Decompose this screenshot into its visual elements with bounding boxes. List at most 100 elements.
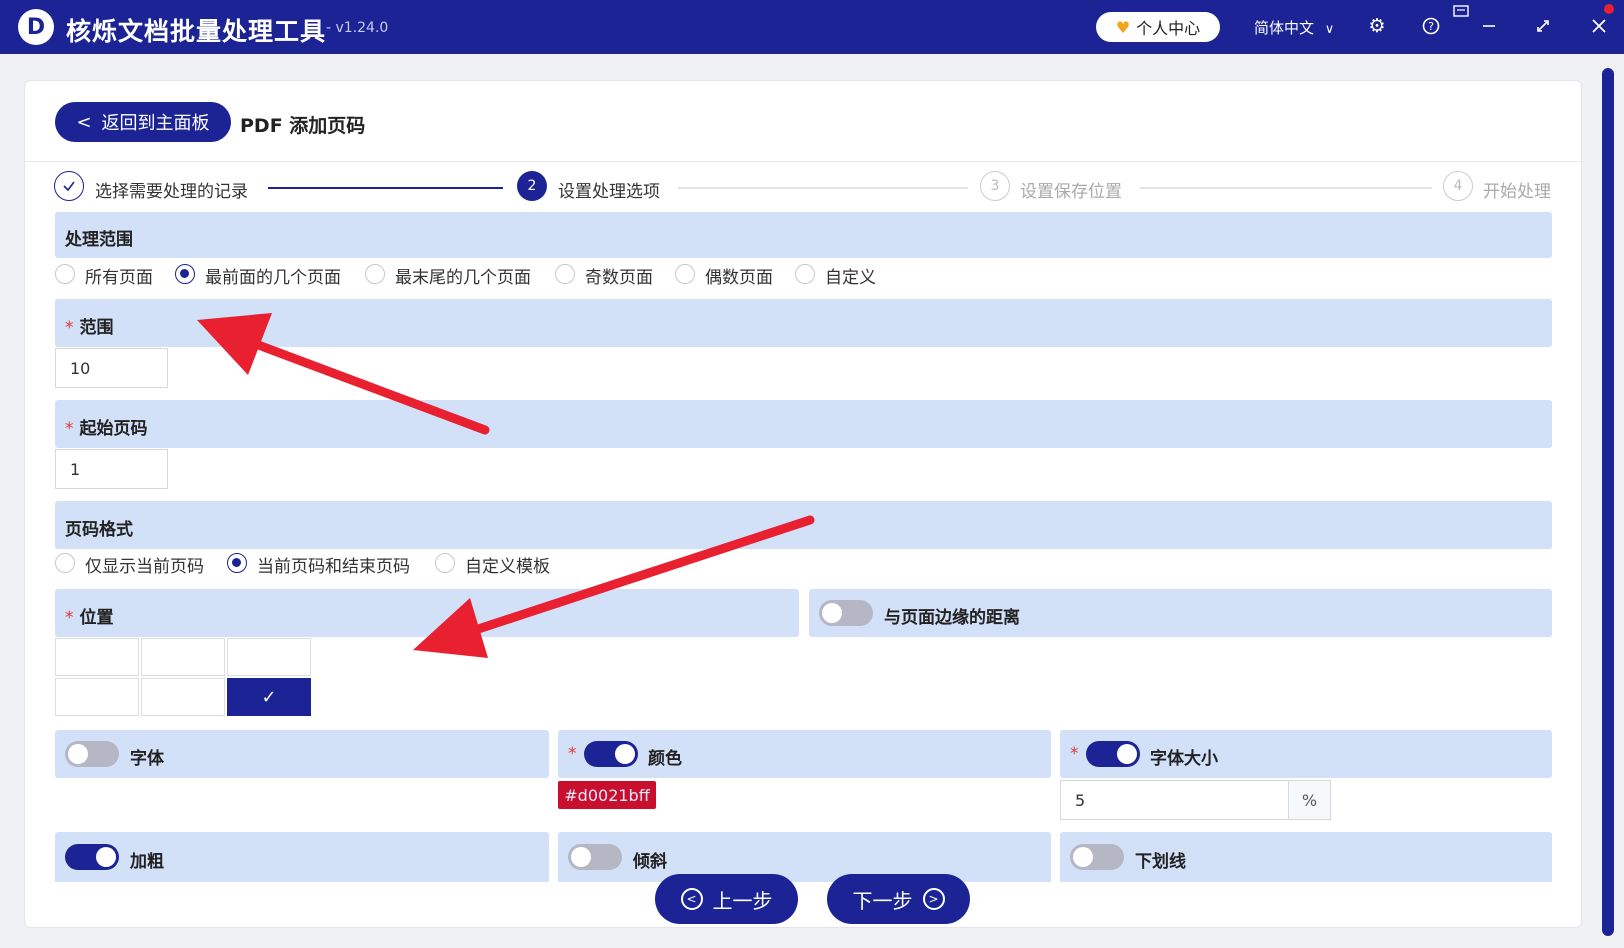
font-header: 字体 bbox=[55, 730, 549, 778]
notification-dot bbox=[1604, 4, 1614, 14]
radio-even-pages-label: 偶数页面 bbox=[705, 268, 773, 288]
radio-custom-template-label: 自定义模板 bbox=[465, 557, 550, 577]
radio-current-page-only[interactable] bbox=[55, 553, 75, 573]
step-2-label: 设置处理选项 bbox=[558, 182, 660, 202]
range-input[interactable]: 10 bbox=[55, 348, 168, 388]
range-label: 范围 bbox=[79, 318, 114, 338]
app-logo: D bbox=[18, 9, 54, 45]
start-page-input[interactable]: 1 bbox=[55, 449, 168, 489]
close-icon[interactable] bbox=[1586, 13, 1612, 39]
diamond-icon: ♥ bbox=[1115, 17, 1131, 37]
font-size-toggle[interactable] bbox=[1086, 741, 1140, 767]
scope-header: 处理范围 bbox=[55, 212, 1552, 258]
position-header: * 位置 bbox=[55, 589, 799, 637]
font-size-input[interactable]: 5 bbox=[1060, 780, 1289, 820]
maximize-icon[interactable] bbox=[1530, 13, 1556, 39]
required-marker: * bbox=[65, 419, 74, 439]
divider bbox=[25, 161, 1581, 162]
required-marker: * bbox=[65, 608, 74, 628]
radio-last-pages[interactable] bbox=[365, 264, 385, 284]
feedback-icon[interactable] bbox=[1452, 2, 1470, 20]
step-connector bbox=[1140, 187, 1432, 189]
underline-header: 下划线 bbox=[1060, 832, 1552, 882]
position-cell-top-left[interactable] bbox=[55, 638, 139, 676]
radio-all-pages[interactable] bbox=[55, 264, 75, 284]
user-center-label: 个人中心 bbox=[1136, 19, 1201, 38]
chevron-left-circle-icon: < bbox=[680, 888, 703, 910]
underline-label: 下划线 bbox=[1135, 852, 1186, 872]
app-version: - v1.24.0 bbox=[326, 20, 389, 36]
radio-custom[interactable] bbox=[795, 264, 815, 284]
font-size-unit: % bbox=[1288, 780, 1331, 820]
color-label: 颜色 bbox=[648, 749, 682, 769]
font-size-label: 字体大小 bbox=[1150, 749, 1218, 769]
help-icon[interactable]: ? bbox=[1418, 13, 1444, 39]
color-toggle[interactable] bbox=[584, 741, 638, 767]
font-toggle[interactable] bbox=[65, 741, 119, 767]
position-cell-bottom-center[interactable] bbox=[141, 678, 225, 716]
position-cell-bottom-left[interactable] bbox=[55, 678, 139, 716]
chevron-right-circle-icon: > bbox=[922, 888, 945, 910]
language-label: 简体中文 bbox=[1254, 19, 1315, 37]
color-picker[interactable]: #d0021bff bbox=[558, 781, 656, 809]
svg-text:?: ? bbox=[1428, 20, 1434, 33]
gear-icon[interactable]: ⚙ bbox=[1364, 13, 1390, 39]
radio-custom-label: 自定义 bbox=[825, 268, 876, 288]
range-header: * 范围 bbox=[55, 299, 1552, 347]
bold-header: 加粗 bbox=[55, 832, 549, 882]
chevron-down-icon: ∨ bbox=[1324, 22, 1335, 37]
language-select[interactable]: 简体中文 ∨ bbox=[1254, 17, 1334, 38]
position-cell-bottom-right[interactable]: ✓ bbox=[227, 678, 311, 716]
step-4-label: 开始处理 bbox=[1483, 182, 1551, 202]
bold-label: 加粗 bbox=[130, 852, 164, 872]
position-cell-top-center[interactable] bbox=[141, 638, 225, 676]
step-connector bbox=[268, 187, 503, 189]
radio-odd-pages[interactable] bbox=[555, 264, 575, 284]
next-step-label: 下一步 bbox=[852, 888, 913, 913]
user-center-button[interactable]: ♥ 个人中心 bbox=[1096, 12, 1220, 42]
step-4-number: 4 bbox=[1443, 171, 1473, 201]
check-icon: ✓ bbox=[261, 686, 277, 708]
font-label: 字体 bbox=[130, 749, 164, 769]
font-size-header: * 字体大小 bbox=[1060, 730, 1552, 778]
format-label: 页码格式 bbox=[65, 520, 133, 540]
radio-all-pages-label: 所有页面 bbox=[85, 268, 153, 288]
step-1-label: 选择需要处理的记录 bbox=[95, 182, 248, 202]
radio-odd-pages-label: 奇数页面 bbox=[585, 268, 653, 288]
radio-first-pages-label: 最前面的几个页面 bbox=[205, 268, 341, 288]
step-3-number: 3 bbox=[980, 171, 1010, 201]
start-page-label: 起始页码 bbox=[79, 419, 148, 439]
step-connector bbox=[678, 187, 968, 189]
back-to-main-button[interactable]: < 返回到主面板 bbox=[55, 102, 231, 142]
underline-toggle[interactable] bbox=[1070, 844, 1124, 870]
italic-label: 倾斜 bbox=[633, 852, 667, 872]
format-header: 页码格式 bbox=[55, 501, 1552, 549]
radio-current-page-only-label: 仅显示当前页码 bbox=[85, 557, 204, 577]
scrollbar[interactable] bbox=[1602, 68, 1614, 936]
start-page-header: * 起始页码 bbox=[55, 400, 1552, 448]
italic-toggle[interactable] bbox=[568, 844, 622, 870]
required-marker: * bbox=[65, 318, 74, 338]
chevron-left-icon: < bbox=[76, 111, 92, 133]
bold-toggle[interactable] bbox=[65, 844, 119, 870]
next-step-button[interactable]: 下一步 > bbox=[827, 874, 970, 924]
minimize-icon[interactable] bbox=[1476, 13, 1502, 39]
radio-first-pages[interactable] bbox=[175, 264, 195, 284]
color-header: * 颜色 bbox=[558, 730, 1051, 778]
italic-header: 倾斜 bbox=[558, 832, 1051, 882]
radio-last-pages-label: 最末尾的几个页面 bbox=[395, 268, 531, 288]
prev-step-label: 上一步 bbox=[712, 888, 773, 913]
position-cell-top-right[interactable] bbox=[227, 638, 311, 676]
title-bar: D 核烁文档批量处理工具 - v1.24.0 ♥ 个人中心 简体中文 ∨ ⚙ ? bbox=[0, 0, 1624, 54]
radio-even-pages[interactable] bbox=[675, 264, 695, 284]
margin-toggle[interactable] bbox=[819, 600, 873, 626]
radio-custom-template[interactable] bbox=[435, 553, 455, 573]
prev-step-button[interactable]: < 上一步 bbox=[655, 874, 798, 924]
step-1-check-icon bbox=[54, 171, 84, 201]
margin-label: 与页面边缘的距离 bbox=[884, 608, 1020, 628]
step-3-label: 设置保存位置 bbox=[1020, 182, 1122, 202]
margin-header: 与页面边缘的距离 bbox=[809, 589, 1552, 637]
radio-current-and-total[interactable] bbox=[227, 553, 247, 573]
scope-label: 处理范围 bbox=[65, 230, 133, 250]
page-title: PDF 添加页码 bbox=[240, 115, 366, 137]
